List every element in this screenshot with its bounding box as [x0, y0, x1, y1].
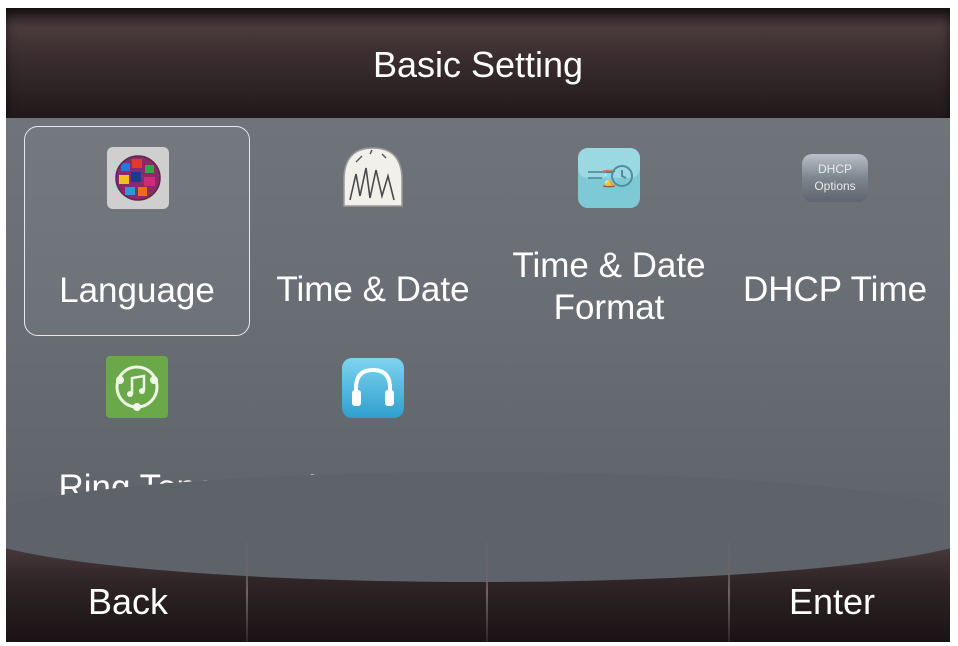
title-bar: Basic Setting	[6, 8, 950, 118]
softkey-divider	[486, 542, 488, 642]
clock-time-date-icon	[343, 147, 403, 207]
page-title: Basic Setting	[372, 44, 584, 85]
menu-item-language[interactable]: Language	[24, 126, 250, 336]
menu-item-time-date-format[interactable]: ⌛ Time & Date Format	[496, 126, 722, 336]
softkey-divider	[246, 542, 248, 642]
dhcp-options-icon: DHCP Options	[802, 154, 868, 202]
time-format-icon: ⌛	[578, 148, 640, 208]
svg-text:Options: Options	[814, 179, 855, 193]
back-softkey[interactable]: Back	[10, 542, 246, 642]
menu-item-time-date[interactable]: Time & Date	[260, 126, 486, 336]
menu-item-label: DHCP Time	[742, 270, 928, 309]
softkey-2[interactable]	[250, 542, 486, 642]
svg-text:DHCP: DHCP	[818, 162, 852, 176]
phone-screen: Basic Setting Language Time & Date ⌛ Tim…	[6, 8, 950, 642]
softkey-3[interactable]	[490, 542, 726, 642]
ring-tone-music-icon	[106, 356, 168, 418]
softkey-bar: Back Enter	[6, 472, 950, 642]
enter-softkey[interactable]: Enter	[714, 542, 950, 642]
menu-item-label: Time & Date	[276, 270, 470, 309]
menu-item-dhcp-time[interactable]: DHCP Options DHCP Time	[722, 126, 948, 336]
language-globe-icon	[107, 147, 169, 209]
menu-item-label: Language	[59, 271, 215, 310]
headset-icon	[342, 358, 404, 418]
